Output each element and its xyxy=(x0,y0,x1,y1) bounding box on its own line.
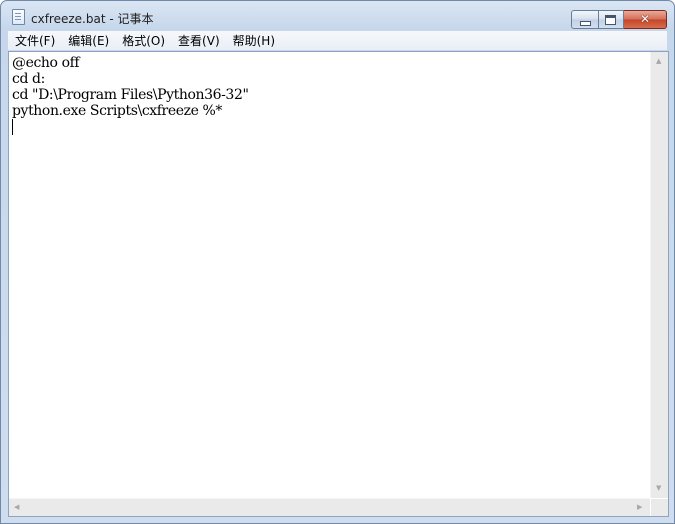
close-icon: ✕ xyxy=(639,12,651,26)
text-line: cd d: xyxy=(12,71,45,87)
title-bar[interactable]: cxfreeze.bat - 记事本 ✕ xyxy=(1,1,674,31)
menu-help[interactable]: 帮助(H) xyxy=(226,32,281,49)
maximize-icon xyxy=(605,15,616,25)
minimize-button[interactable] xyxy=(571,10,599,29)
menu-edit[interactable]: 编辑(E) xyxy=(61,32,115,49)
client-area: @echo off cd d: cd "D:\Program Files\Pyt… xyxy=(8,51,669,517)
text-line: python.exe Scripts\cxfreeze %* xyxy=(12,103,223,119)
menu-format[interactable]: 格式(O) xyxy=(115,32,171,49)
vertical-scrollbar[interactable]: ▲ ▼ xyxy=(650,52,668,498)
scroll-right-icon[interactable]: ▶ xyxy=(637,503,642,512)
minimize-icon xyxy=(580,21,591,26)
notepad-icon[interactable] xyxy=(12,9,25,25)
scroll-up-icon[interactable]: ▲ xyxy=(656,57,661,66)
close-button[interactable]: ✕ xyxy=(624,10,667,29)
horizontal-scrollbar[interactable]: ◀ ▶ xyxy=(9,498,650,516)
text-editor[interactable]: @echo off cd d: cd "D:\Program Files\Pyt… xyxy=(9,52,650,498)
menu-bar: 文件(F) 编辑(E) 格式(O) 查看(V) 帮助(H) xyxy=(8,31,667,50)
menu-view[interactable]: 查看(V) xyxy=(171,32,226,49)
notepad-window: cxfreeze.bat - 记事本 ✕ 文件(F) 编辑(E) 格式(O) 查… xyxy=(0,0,675,524)
maximize-button[interactable] xyxy=(599,10,624,29)
text-line: @echo off xyxy=(12,55,80,71)
text-caret xyxy=(12,119,13,135)
menu-file[interactable]: 文件(F) xyxy=(8,32,61,49)
window-title: cxfreeze.bat - 记事本 xyxy=(31,12,154,26)
caption-buttons: ✕ xyxy=(571,10,667,29)
text-line: cd "D:\Program Files\Python36-32" xyxy=(12,87,249,103)
scroll-down-icon[interactable]: ▼ xyxy=(656,484,661,493)
scrollbar-corner xyxy=(651,499,668,516)
scroll-left-icon[interactable]: ◀ xyxy=(14,503,19,512)
